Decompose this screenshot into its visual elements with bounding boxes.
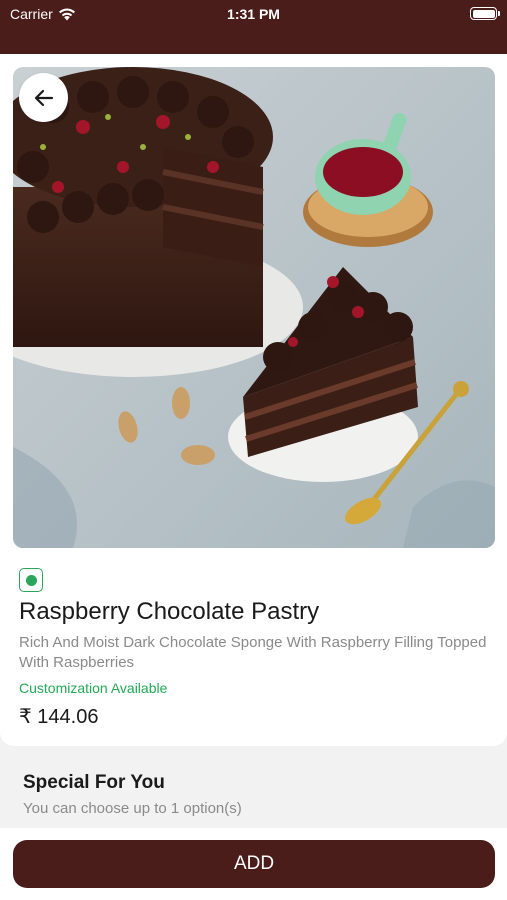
back-button[interactable] (19, 73, 68, 122)
veg-mark-icon (19, 568, 43, 592)
product-description: Rich And Moist Dark Chocolate Sponge Wit… (19, 634, 487, 671)
product-image (13, 67, 495, 548)
special-subtitle: You can choose up to 1 option(s) (23, 800, 242, 817)
add-button[interactable]: ADD (13, 840, 495, 888)
customization-note: Customization Available (19, 680, 168, 696)
status-bar: Carrier 1:31 PM (0, 0, 507, 54)
arrow-left-icon (34, 89, 53, 106)
footer-bar: ADD (0, 828, 507, 900)
status-time: 1:31 PM (227, 6, 280, 22)
product-price: ₹ 144.06 (19, 706, 99, 728)
battery-icon (470, 7, 500, 20)
product-title: Raspberry Chocolate Pastry (19, 598, 320, 625)
special-section: Special For You You can choose up to 1 o… (0, 758, 507, 828)
special-title: Special For You (23, 772, 165, 793)
product-card: Raspberry Chocolate Pastry Rich And Mois… (0, 54, 507, 746)
